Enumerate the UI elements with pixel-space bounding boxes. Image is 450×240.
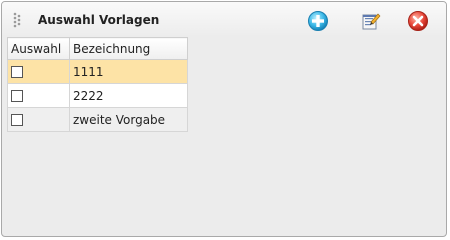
templates-table: Auswahl Bezeichnung 1111 2222 zweite Vor… [7,37,188,132]
templates-dialog: Auswahl Vorlagen Auswahl Bezeichnung 111… [1,1,447,237]
table-row[interactable]: zweite Vorgabe [7,107,188,132]
row-checkbox[interactable] [11,114,23,126]
title-bar[interactable]: Auswahl Vorlagen [2,2,446,37]
row-checkbox[interactable] [11,90,23,102]
column-header-name[interactable]: Bezeichnung [69,37,188,60]
table-row[interactable]: 2222 [7,83,188,108]
selection-cell[interactable] [7,59,70,84]
name-cell[interactable]: zweite Vorgabe [69,107,188,132]
row-checkbox[interactable] [11,66,23,78]
edit-button[interactable] [359,10,381,32]
table-header-row: Auswahl Bezeichnung [7,37,188,60]
table-row[interactable]: 1111 [7,59,188,84]
name-cell[interactable]: 2222 [69,83,188,108]
selection-cell[interactable] [7,107,70,132]
name-cell[interactable]: 1111 [69,59,188,84]
close-button[interactable] [407,10,429,32]
dialog-title: Auswahl Vorlagen [38,13,160,27]
drag-handle-icon[interactable] [13,12,23,28]
column-header-selection[interactable]: Auswahl [7,37,70,60]
add-button[interactable] [307,10,329,32]
selection-cell[interactable] [7,83,70,108]
